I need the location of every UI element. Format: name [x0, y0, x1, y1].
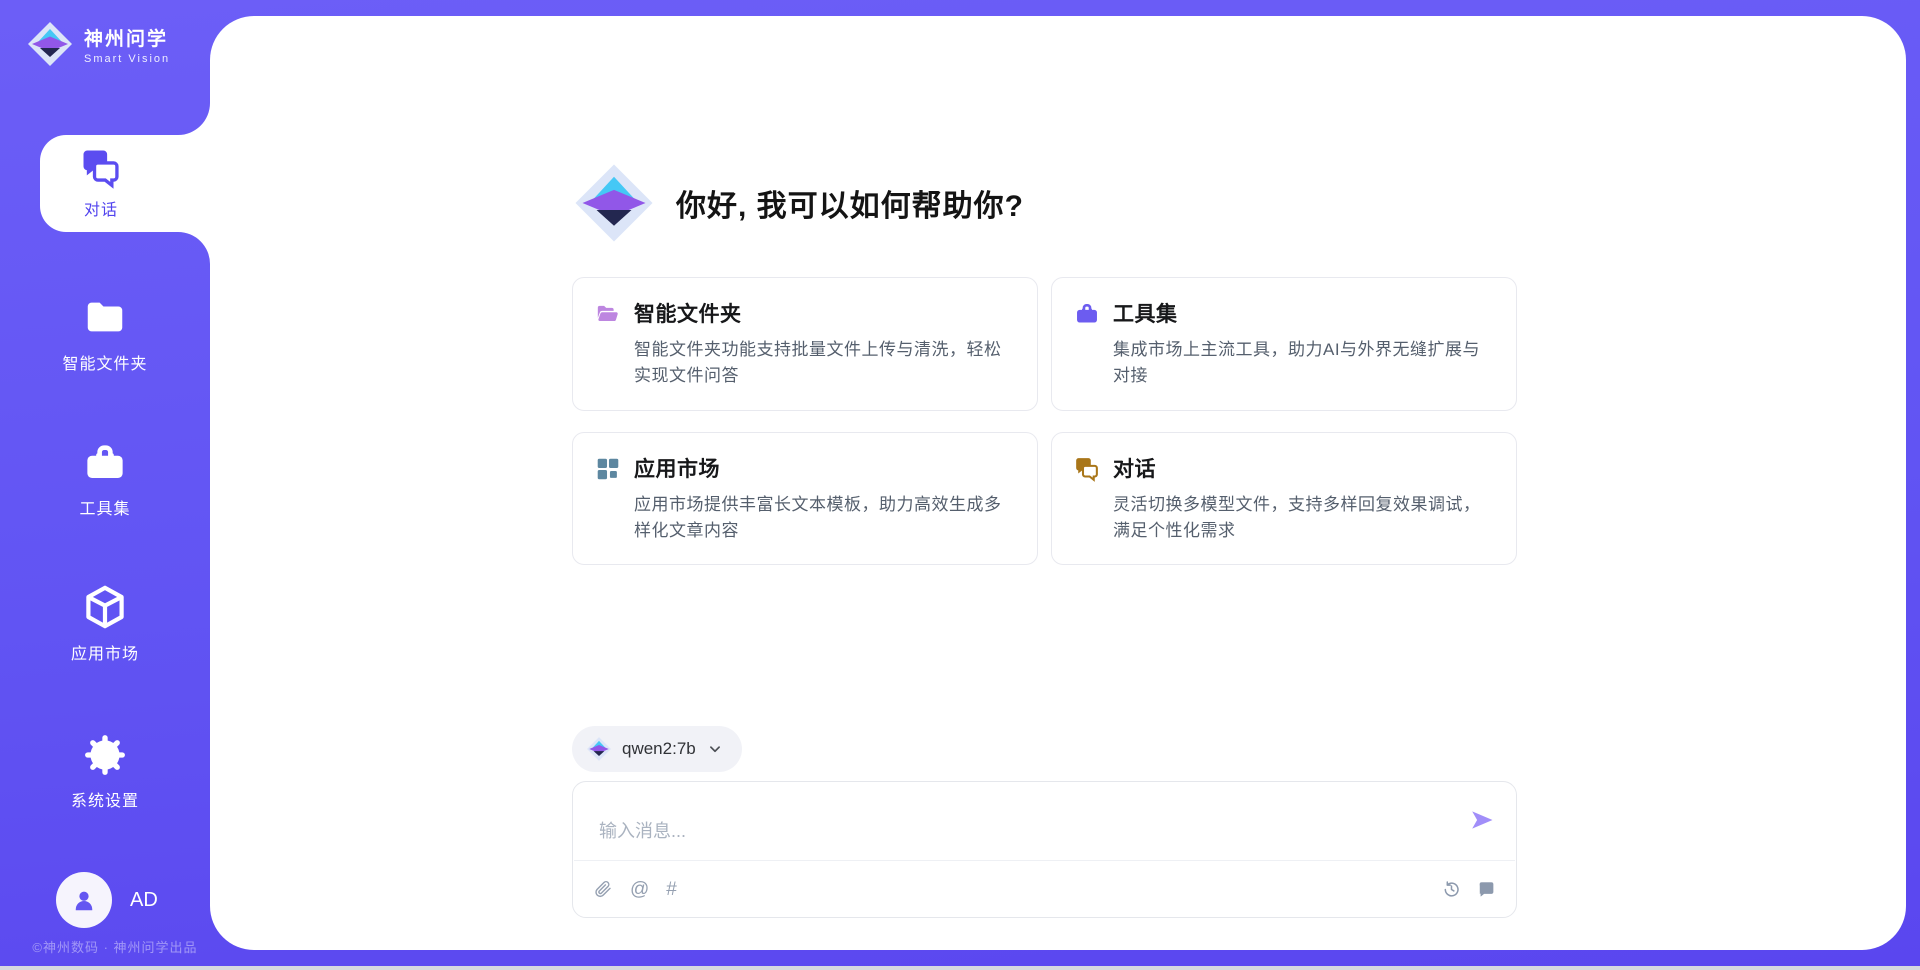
copyright-text: ©神州数码 · 神州问学出品: [0, 937, 230, 956]
sidebar-item-label: 智能文件夹: [62, 350, 147, 374]
user-initials: AD: [130, 889, 158, 912]
card-title: 工具集: [1113, 298, 1494, 328]
message-input[interactable]: [573, 782, 1516, 860]
chat-bubbles-icon: [80, 147, 122, 189]
card-description: 灵活切换多模型文件，支持多样回复效果调试，满足个性化需求: [1113, 492, 1494, 545]
sidebar-item-smart-folder[interactable]: 智能文件夹: [0, 295, 210, 374]
card-chat[interactable]: 对话 灵活切换多模型文件，支持多样回复效果调试，满足个性化需求: [1051, 432, 1517, 566]
model-selector[interactable]: qwen2:7b: [572, 726, 742, 772]
sidebar-item-toolset[interactable]: 工具集: [0, 440, 210, 519]
sidebar-item-label: 应用市场: [71, 640, 139, 664]
chat-bubbles-icon: [1074, 456, 1100, 482]
greeting-title: 你好, 我可以如何帮助你?: [676, 181, 1024, 225]
hashtag-icon[interactable]: #: [666, 880, 677, 899]
bottom-edge-strip: [0, 966, 1920, 970]
card-toolset[interactable]: 工具集 集成市场上主流工具，助力AI与外界无缝扩展与对接: [1051, 277, 1517, 411]
avatar: [56, 872, 112, 928]
sidebar: 神州问学 Smart Vision 对话 智能文件夹 工具集 应用市场 系统设置…: [0, 0, 210, 970]
tab-curve-top: [178, 103, 210, 135]
attachment-icon[interactable]: [593, 879, 613, 899]
person-icon: [69, 885, 99, 915]
card-title: 对话: [1113, 453, 1494, 483]
brand-subtitle: Smart Vision: [84, 53, 170, 65]
model-name: qwen2:7b: [622, 739, 696, 759]
sidebar-item-app-market[interactable]: 应用市场: [0, 583, 210, 664]
feature-cards: 智能文件夹 智能文件夹功能支持批量文件上传与清洗，轻松实现文件问答 工具集 集成…: [572, 277, 1517, 565]
user-account[interactable]: AD: [56, 872, 158, 928]
chat-bubble-icon[interactable]: [1477, 880, 1496, 899]
card-title: 应用市场: [634, 453, 1015, 483]
chevron-down-icon: [706, 740, 724, 758]
folder-icon: [82, 295, 128, 341]
card-description: 应用市场提供丰富长文本模板，助力高效生成多样化文章内容: [634, 492, 1015, 545]
main-panel: 你好, 我可以如何帮助你? 智能文件夹 智能文件夹功能支持批量文件上传与清洗，轻…: [210, 16, 1906, 950]
card-title: 智能文件夹: [634, 298, 1015, 328]
message-composer: @ #: [572, 781, 1517, 918]
folder-open-icon: [595, 301, 621, 327]
sidebar-item-settings[interactable]: 系统设置: [0, 732, 210, 811]
mention-icon[interactable]: @: [630, 880, 649, 899]
cube-icon: [81, 583, 129, 631]
sidebar-item-label: 系统设置: [71, 787, 139, 811]
briefcase-icon: [82, 440, 128, 486]
card-app-market[interactable]: 应用市场 应用市场提供丰富长文本模板，助力高效生成多样化文章内容: [572, 432, 1038, 566]
sidebar-item-label: 对话: [84, 196, 118, 220]
card-description: 集成市场上主流工具，助力AI与外界无缝扩展与对接: [1113, 337, 1494, 390]
briefcase-icon: [1074, 301, 1100, 327]
tab-curve-bottom: [178, 232, 210, 264]
model-logo-diamond-icon: [586, 736, 612, 762]
send-icon[interactable]: [1468, 806, 1496, 834]
greeting: 你好, 我可以如何帮助你?: [572, 161, 1517, 245]
app-grid-icon: [595, 456, 621, 482]
card-description: 智能文件夹功能支持批量文件上传与清洗，轻松实现文件问答: [634, 337, 1015, 390]
history-icon[interactable]: [1442, 880, 1461, 899]
greeting-logo-diamond-icon: [572, 161, 656, 245]
sidebar-item-label: 工具集: [79, 495, 130, 519]
card-smart-folder[interactable]: 智能文件夹 智能文件夹功能支持批量文件上传与清洗，轻松实现文件问答: [572, 277, 1038, 411]
brand-logo-diamond-icon: [26, 20, 74, 68]
gear-icon: [82, 732, 128, 778]
brand: 神州问学 Smart Vision: [26, 20, 170, 68]
brand-title: 神州问学: [84, 24, 170, 51]
sidebar-item-chat[interactable]: 对话: [40, 135, 210, 232]
